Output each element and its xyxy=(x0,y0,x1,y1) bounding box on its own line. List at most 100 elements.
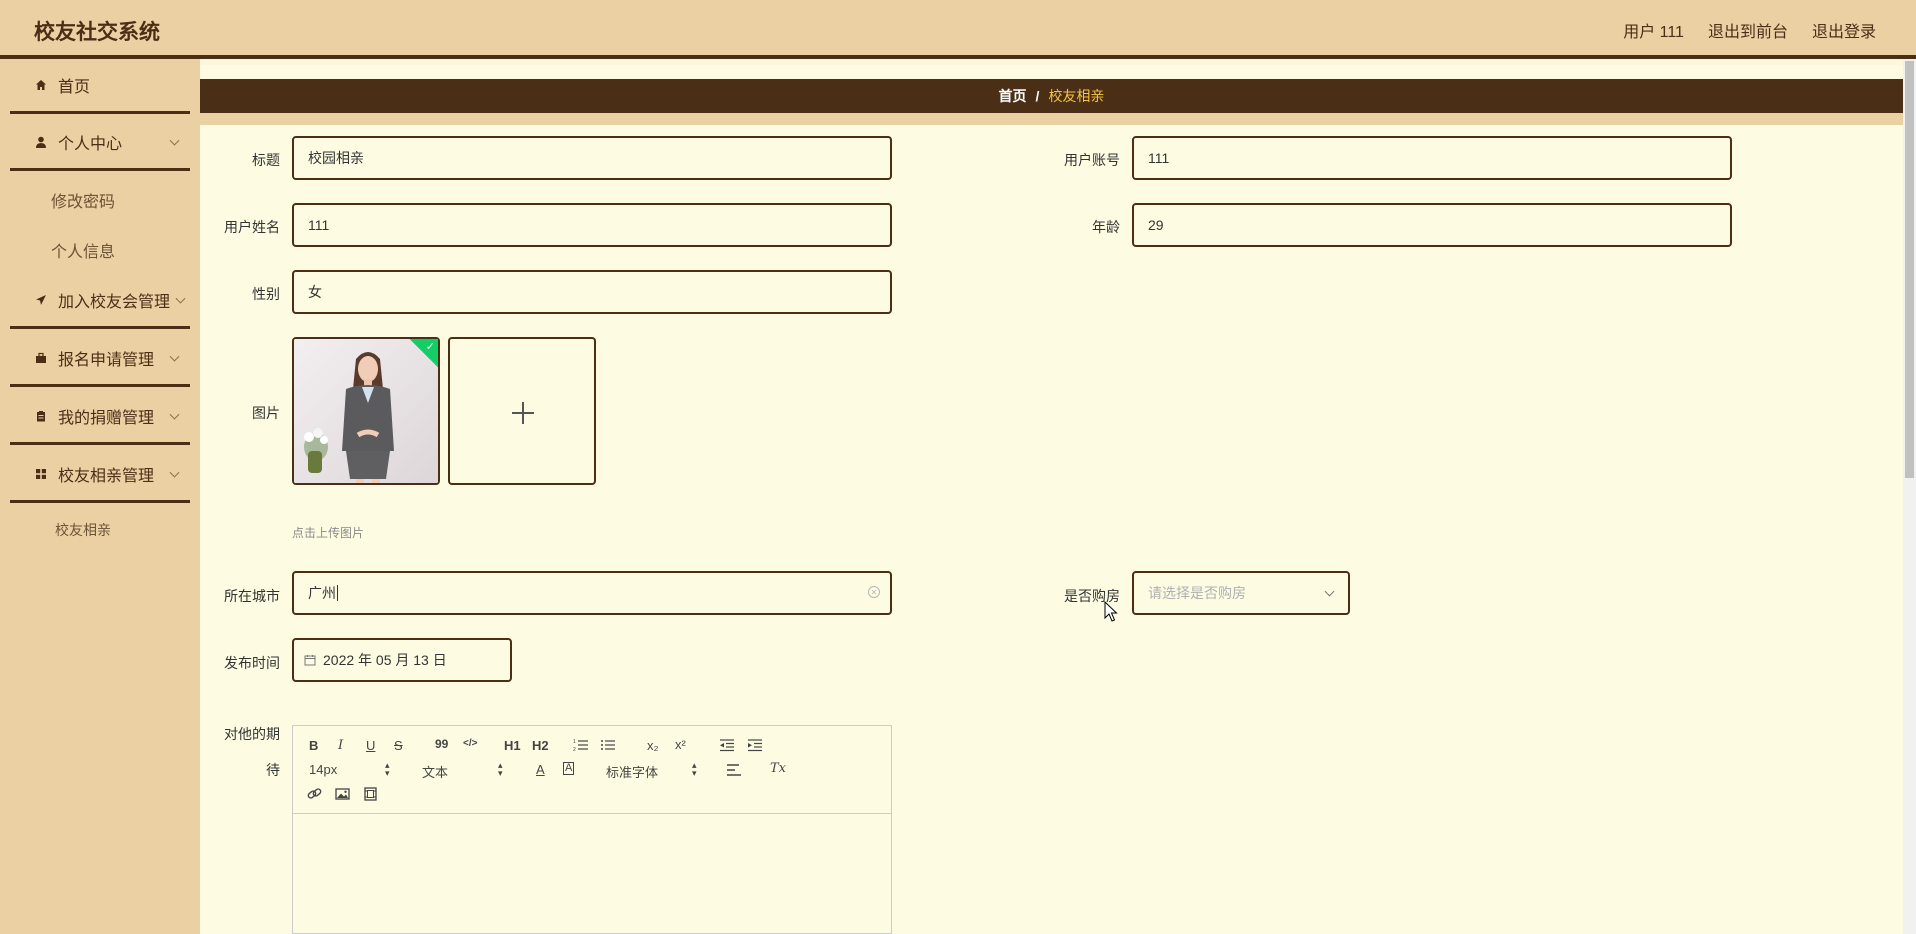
paper-plane-icon xyxy=(34,293,48,307)
mouse-cursor-icon xyxy=(1104,601,1118,622)
city-label: 所在城市 xyxy=(224,588,280,604)
image-icon[interactable] xyxy=(335,787,351,801)
breadcrumb-current: 校友相亲 xyxy=(1048,88,1105,104)
page-scrollbar[interactable] xyxy=(1903,59,1916,934)
ordered-list-icon[interactable]: 1 2 xyxy=(573,738,589,752)
sidebar-sub-dating[interactable]: 校友相亲 xyxy=(10,510,190,550)
rich-text-editor: B I U S 99 </> H1 H2 1 2 x₂ x² 14px ▴ ▾ … xyxy=(292,725,892,934)
clipboard-icon xyxy=(34,409,48,423)
font-color-button[interactable]: A xyxy=(536,762,545,777)
title-value: 校园相亲 xyxy=(308,150,364,166)
home-icon xyxy=(34,78,48,92)
sidebar-item-label: 报名申请管理 xyxy=(58,352,155,369)
heading1-button[interactable]: H1 xyxy=(504,738,521,753)
align-left-icon[interactable] xyxy=(726,763,742,777)
subscript-button[interactable]: x₂ xyxy=(647,738,659,753)
sidebar-item-personal-center[interactable]: 个人中心 xyxy=(10,116,190,171)
chevron-down-icon xyxy=(169,135,180,146)
gender-value: 女 xyxy=(308,284,322,300)
house-select[interactable]: 请选择是否购房 xyxy=(1132,571,1350,615)
clear-icon[interactable]: ✕ xyxy=(868,586,880,598)
briefcase-icon xyxy=(34,351,48,365)
strike-button[interactable]: S xyxy=(394,738,403,753)
back-to-front-link[interactable]: 退出到前台 xyxy=(1708,18,1788,42)
code-block-button[interactable]: </> xyxy=(463,738,477,749)
chevron-down-icon xyxy=(169,351,180,362)
title-field[interactable]: 校园相亲 xyxy=(292,136,892,180)
publish-label: 发布时间 xyxy=(224,655,280,671)
calendar-icon xyxy=(304,655,316,666)
chevron-down-icon xyxy=(169,409,180,420)
select-arrows-icon: ▴ ▾ xyxy=(692,760,697,778)
bullet-list-icon[interactable] xyxy=(600,738,616,752)
clear-format-button[interactable]: Tx xyxy=(770,761,786,776)
chevron-down-icon xyxy=(1324,586,1335,597)
upload-tip: 点击上传图片 xyxy=(292,526,365,540)
logout-link[interactable]: 退出登录 xyxy=(1812,18,1876,42)
breadcrumb-underbar xyxy=(200,113,1903,125)
gender-label: 性别 xyxy=(252,286,280,302)
grid-icon xyxy=(34,467,48,481)
outdent-icon[interactable] xyxy=(719,738,735,752)
person-photo xyxy=(294,339,438,483)
select-arrows-icon: ▴ ▾ xyxy=(385,760,390,778)
font-size-value: 14px xyxy=(309,762,338,777)
user-icon xyxy=(34,135,48,149)
top-strip xyxy=(200,59,1903,65)
sidebar-sub-personal-info[interactable]: 个人信息 xyxy=(10,230,190,270)
upload-trigger[interactable] xyxy=(448,337,596,485)
account-field[interactable]: 111 xyxy=(1132,136,1732,180)
blockquote-button[interactable]: 99 xyxy=(435,737,448,751)
font-family-select[interactable]: 标准字体 ▴ ▾ xyxy=(606,760,702,781)
background-color-button[interactable]: A xyxy=(563,762,575,775)
sidebar-item-signup-mgmt[interactable]: 报名申请管理 xyxy=(10,332,190,387)
scrollbar-thumb[interactable] xyxy=(1905,61,1914,478)
header-select[interactable]: 文本 ▴ ▾ xyxy=(422,761,508,781)
publish-date-field[interactable]: 2022 年 05 月 13 日 xyxy=(292,638,512,682)
check-icon: ✓ xyxy=(425,341,435,353)
editor-content-area[interactable] xyxy=(293,815,891,933)
sidebar-sub-change-password[interactable]: 修改密码 xyxy=(10,180,190,220)
sidebar-item-home[interactable]: 首页 xyxy=(10,59,190,114)
link-icon[interactable] xyxy=(307,787,323,801)
city-value: 广州 xyxy=(308,585,336,601)
sidebar-item-label: 校友相亲管理 xyxy=(58,468,155,485)
expect-label-line2: 待 xyxy=(266,762,280,778)
user-name-link[interactable]: 用户 111 xyxy=(1623,18,1684,42)
italic-button[interactable]: I xyxy=(338,738,343,753)
title-label: 标题 xyxy=(252,152,280,168)
underline-button[interactable]: U xyxy=(366,738,375,753)
superscript-button[interactable]: x² xyxy=(675,737,686,752)
top-header: 校友社交系统 用户 111 退出到前台 退出登录 xyxy=(0,0,1916,59)
sidebar-item-label: 加入校友会管理 xyxy=(58,294,171,311)
city-field[interactable]: 广州 ✕ xyxy=(292,571,892,615)
uploaded-image[interactable]: ✓ xyxy=(292,337,440,485)
sidebar-item-donation-mgmt[interactable]: 我的捐赠管理 xyxy=(10,390,190,445)
age-label: 年龄 xyxy=(1092,219,1120,235)
sidebar-item-label: 首页 xyxy=(58,79,91,96)
text-caret xyxy=(337,585,338,601)
name-field[interactable]: 111 xyxy=(292,203,892,247)
expect-label: 对他的期 待 xyxy=(190,716,280,788)
name-label: 用户姓名 xyxy=(224,219,280,235)
editor-toolbar: B I U S 99 </> H1 H2 1 2 x₂ x² 14px ▴ ▾ … xyxy=(293,726,891,814)
sidebar: 首页 个人中心 修改密码 个人信息 加入校友会管理 报名申请管理 我的捐赠管理 … xyxy=(0,59,200,934)
plus-icon-vertical xyxy=(522,402,524,424)
sidebar-item-join-alumni[interactable]: 加入校友会管理 xyxy=(10,274,190,329)
font-family-value: 标准字体 xyxy=(606,765,659,780)
name-value: 111 xyxy=(308,217,330,233)
font-size-select[interactable]: 14px ▴ ▾ xyxy=(309,760,395,778)
bold-button[interactable]: B xyxy=(309,738,318,753)
svg-text:2: 2 xyxy=(573,747,576,752)
video-icon[interactable] xyxy=(363,787,379,801)
indent-icon[interactable] xyxy=(747,738,763,752)
app-title: 校友社交系统 xyxy=(34,21,160,44)
age-field[interactable]: 29 xyxy=(1132,203,1732,247)
heading2-button[interactable]: H2 xyxy=(532,738,549,753)
gender-field[interactable]: 女 xyxy=(292,270,892,314)
expect-label-line1: 对他的期 xyxy=(224,726,280,742)
breadcrumb-home[interactable]: 首页 xyxy=(999,86,1027,106)
breadcrumb: 首页 / 校友相亲 xyxy=(200,79,1903,113)
age-value: 29 xyxy=(1148,217,1164,233)
sidebar-item-dating-mgmt[interactable]: 校友相亲管理 xyxy=(10,448,190,503)
